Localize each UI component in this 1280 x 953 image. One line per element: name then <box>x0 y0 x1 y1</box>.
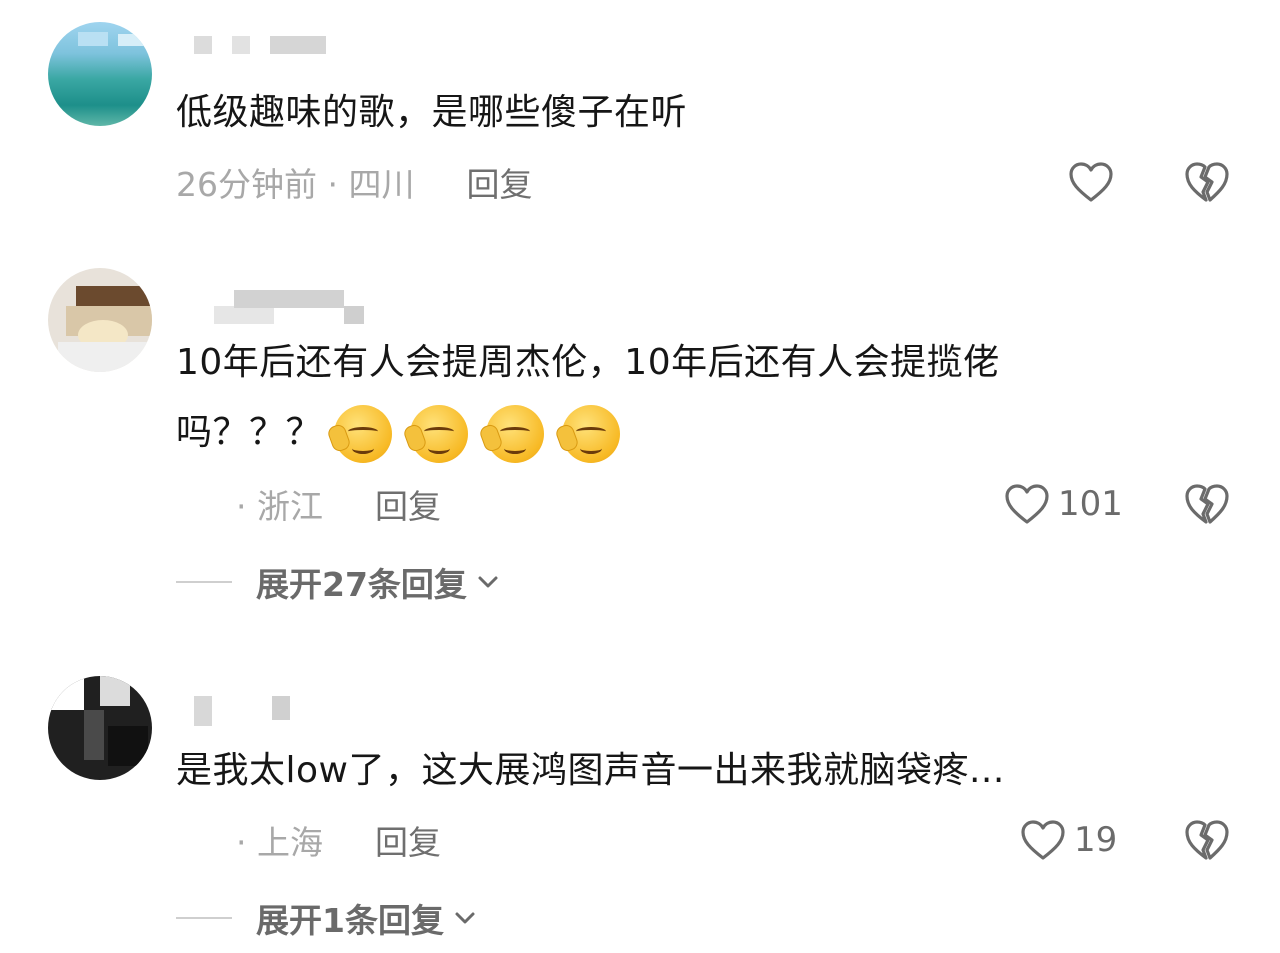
avatar[interactable] <box>48 268 152 372</box>
comment-meta: 26分钟前 · 四川 回复 <box>176 160 532 204</box>
like-button[interactable]: 101 <box>1004 480 1123 528</box>
reply-button[interactable]: 回复 <box>375 480 441 528</box>
expand-replies-button[interactable]: 展开27条回复 <box>176 560 499 604</box>
location: · 浙江 <box>236 487 323 526</box>
username-blurred[interactable] <box>194 696 314 726</box>
comment-text-line: 吗？？？ <box>176 398 1156 468</box>
avatar[interactable] <box>48 22 152 126</box>
divider <box>176 917 232 919</box>
comment-text: 低级趣味的歌，是哪些傻子在听 <box>176 92 688 133</box>
divider <box>176 581 232 583</box>
like-count: 19 <box>1074 820 1118 860</box>
broken-heart-icon[interactable] <box>1184 482 1230 526</box>
username-blurred[interactable] <box>194 36 334 54</box>
expand-replies-button[interactable]: 展开1条回复 <box>176 896 476 940</box>
avatar[interactable] <box>48 676 152 780</box>
chevron-down-icon <box>455 912 475 924</box>
comment-meta: · 浙江 回复 <box>236 482 441 526</box>
comment-text: 是我太low了，这大展鸿图声音一出来我就脑袋疼... <box>176 750 1005 791</box>
time-location: 26分钟前 · 四川 <box>176 165 415 204</box>
broken-heart-icon[interactable] <box>1184 160 1230 204</box>
smirk-emoji-icon <box>326 405 392 463</box>
heart-icon <box>1005 484 1049 524</box>
smirk-emoji-icon <box>553 405 620 463</box>
smirk-emoji-icon <box>402 405 468 463</box>
like-button[interactable]: 19 <box>1020 816 1117 864</box>
comment-text-line: 10年后还有人会提周杰伦，10年后还有人会提揽佬 <box>176 342 1000 383</box>
heart-icon <box>1069 162 1113 202</box>
reply-button[interactable]: 回复 <box>466 158 532 206</box>
broken-heart-icon[interactable] <box>1184 818 1230 862</box>
location: · 上海 <box>236 823 323 862</box>
reply-button[interactable]: 回复 <box>375 816 441 864</box>
heart-icon <box>1021 820 1065 860</box>
like-count: 101 <box>1058 484 1123 524</box>
username-blurred[interactable] <box>214 290 374 324</box>
comment-text: 10年后还有人会提周杰伦，10年后还有人会提揽佬 吗？？？ <box>176 328 1156 468</box>
like-button[interactable] <box>1068 158 1114 206</box>
smirk-emoji-icon <box>477 405 544 463</box>
comment-meta: · 上海 回复 <box>236 818 441 862</box>
chevron-down-icon <box>478 576 498 588</box>
